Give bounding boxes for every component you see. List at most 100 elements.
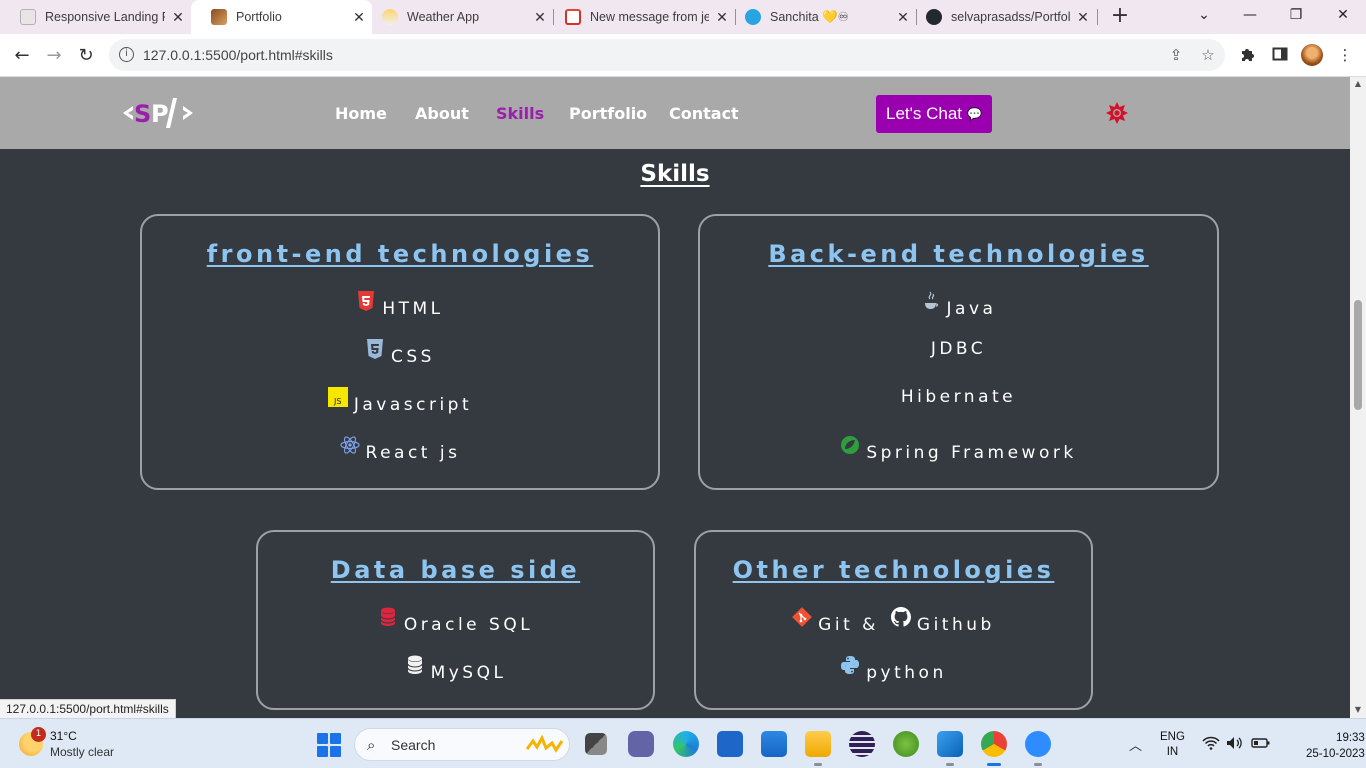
scrollbar-thumb[interactable] — [1354, 300, 1362, 410]
skill-css: CSS — [142, 339, 658, 367]
tab-favicon-icon — [211, 9, 227, 25]
skill-python: python — [696, 655, 1091, 683]
search-icon: ⌕ — [367, 736, 376, 754]
skills-section-title: Skills — [640, 161, 710, 187]
skill-java: Java — [700, 291, 1217, 319]
file-explorer-icon[interactable] — [805, 731, 831, 766]
close-window-button[interactable]: ✕ — [1320, 0, 1366, 32]
telegram-icon — [745, 9, 761, 25]
skill-label: Oracle SQL — [403, 615, 534, 635]
tab-search-button[interactable]: ⌄ — [1181, 0, 1227, 32]
start-button-windows-icon[interactable] — [317, 733, 341, 757]
database-skills-card: Data base side Oracle SQL MySQL — [256, 530, 655, 710]
skill-git-github: Git & Github — [696, 607, 1091, 635]
svg-text:S: S — [134, 100, 151, 128]
tab-portfolio[interactable]: Portfolio ✕ — [191, 0, 372, 34]
nav-skills[interactable]: Skills — [496, 104, 544, 123]
backend-skills-card: Back-end technologies Java JDBC Hibernat… — [698, 214, 1219, 490]
url-text[interactable]: 127.0.0.1:5500/port.html#skills — [143, 47, 333, 63]
svg-text:JS: JS — [333, 397, 341, 406]
address-bar[interactable]: i 127.0.0.1:5500/port.html#skills ⇪ ☆ — [109, 39, 1225, 71]
tab-github[interactable]: selvaprasadss/Portfol ✕ — [906, 0, 1096, 34]
tab-gmail[interactable]: New message from je ✕ — [545, 0, 735, 34]
skill-label: CSS — [391, 347, 435, 367]
tab-title: Weather App — [407, 10, 480, 24]
scroll-up-arrow-icon[interactable]: ▲ — [1354, 79, 1362, 88]
reload-button[interactable]: ↻ — [72, 42, 100, 70]
share-icon[interactable]: ⇪ — [1167, 47, 1185, 65]
weather-temperature[interactable]: 31°C — [50, 729, 77, 743]
gmail-icon — [565, 9, 581, 25]
side-panel-icon[interactable] — [1270, 46, 1290, 66]
close-icon[interactable]: ✕ — [165, 9, 191, 26]
skill-label: python — [866, 663, 947, 683]
tab-responsive-landing[interactable]: Responsive Landing P ✕ — [0, 0, 191, 34]
forward-button[interactable]: → — [40, 42, 68, 70]
skill-spring: Spring Framework — [700, 435, 1217, 463]
microsoft-store-icon[interactable] — [717, 731, 743, 757]
taskbar-search[interactable]: ⌕ Search — [354, 728, 570, 761]
zoom-icon[interactable] — [1025, 731, 1051, 766]
back-button[interactable]: ← — [8, 42, 36, 70]
search-label: Search — [391, 737, 436, 753]
skill-oracle-sql: Oracle SQL — [258, 607, 653, 635]
nav-contact[interactable]: Contact — [669, 104, 739, 123]
other-skills-card: Other technologies Git & Github python — [694, 530, 1093, 710]
language-code: ENG — [1160, 731, 1185, 743]
page-scrollbar[interactable]: ▲ ▼ — [1350, 77, 1366, 718]
git-icon — [792, 607, 813, 627]
skill-jdbc: JDBC — [700, 339, 1217, 359]
site-header: S P Home About Skills Portfolio Contact … — [0, 77, 1350, 149]
teams-chat-icon[interactable] — [628, 731, 654, 757]
skill-label: Spring Framework — [866, 443, 1077, 463]
wifi-icon[interactable] — [1202, 736, 1220, 752]
chat-bubble-icon: 💬 — [967, 107, 982, 121]
weather-description[interactable]: Mostly clear — [50, 745, 114, 759]
page-viewport: S P Home About Skills Portfolio Contact … — [0, 77, 1350, 718]
mail-icon[interactable] — [761, 731, 787, 757]
lets-chat-button[interactable]: Let's Chat 💬 — [876, 95, 992, 133]
more-menu-icon[interactable]: ⋮ — [1335, 46, 1355, 66]
tab-telegram[interactable]: Sanchita 💛♾ ✕ — [725, 0, 916, 34]
restore-button[interactable]: ❐ — [1273, 0, 1319, 32]
skill-label: HTML — [382, 299, 444, 319]
edge-browser-icon[interactable] — [673, 731, 699, 757]
scroll-down-arrow-icon[interactable]: ▼ — [1354, 705, 1362, 714]
vscode-icon[interactable] — [937, 731, 963, 766]
new-tab-button[interactable]: + — [1108, 5, 1132, 29]
eclipse-icon[interactable] — [849, 731, 875, 757]
tab-title: Responsive Landing P — [45, 10, 165, 24]
site-info-icon[interactable]: i — [119, 47, 134, 62]
tab-title: selvaprasadss/Portfol — [951, 10, 1070, 24]
nav-about[interactable]: About — [415, 104, 469, 123]
logo-icon[interactable]: S P — [121, 95, 195, 131]
bookmark-star-icon[interactable]: ☆ — [1199, 47, 1217, 65]
nav-home[interactable]: Home — [335, 104, 387, 123]
database-icon — [405, 655, 425, 675]
skill-label: React js — [365, 443, 461, 463]
volume-icon[interactable] — [1226, 736, 1244, 752]
skill-label: Github — [916, 615, 995, 635]
close-icon[interactable]: ✕ — [1070, 9, 1096, 26]
spring-tool-suite-icon[interactable] — [893, 731, 919, 757]
battery-icon[interactable] — [1251, 736, 1270, 752]
show-hidden-icons-chevron-icon[interactable]: ︿ — [1129, 735, 1142, 754]
weather-favicon-icon — [382, 9, 398, 25]
js-icon: JS — [327, 387, 348, 407]
chrome-icon[interactable] — [981, 731, 1007, 766]
language-indicator[interactable]: ENG IN — [1160, 730, 1185, 760]
minimize-button[interactable]: — — [1227, 0, 1273, 32]
skill-label: MySQL — [430, 663, 507, 683]
browser-toolbar: ← → ↻ i 127.0.0.1:5500/port.html#skills … — [0, 34, 1366, 77]
tab-weather-app[interactable]: Weather App ✕ — [362, 0, 553, 34]
database-icon — [378, 607, 398, 627]
extensions-puzzle-icon[interactable] — [1238, 46, 1258, 66]
nav-portfolio[interactable]: Portfolio — [569, 104, 647, 123]
task-view-icon[interactable] — [585, 733, 607, 755]
system-clock[interactable]: 19:33 25-10-2023 — [1306, 730, 1365, 762]
search-highlight-art-icon — [525, 735, 564, 753]
theme-toggle-sun-icon[interactable] — [1105, 101, 1129, 125]
card-title: Data base side — [330, 556, 581, 584]
profile-avatar[interactable] — [1301, 44, 1323, 66]
weather-alert-badge: 1 — [31, 727, 46, 742]
